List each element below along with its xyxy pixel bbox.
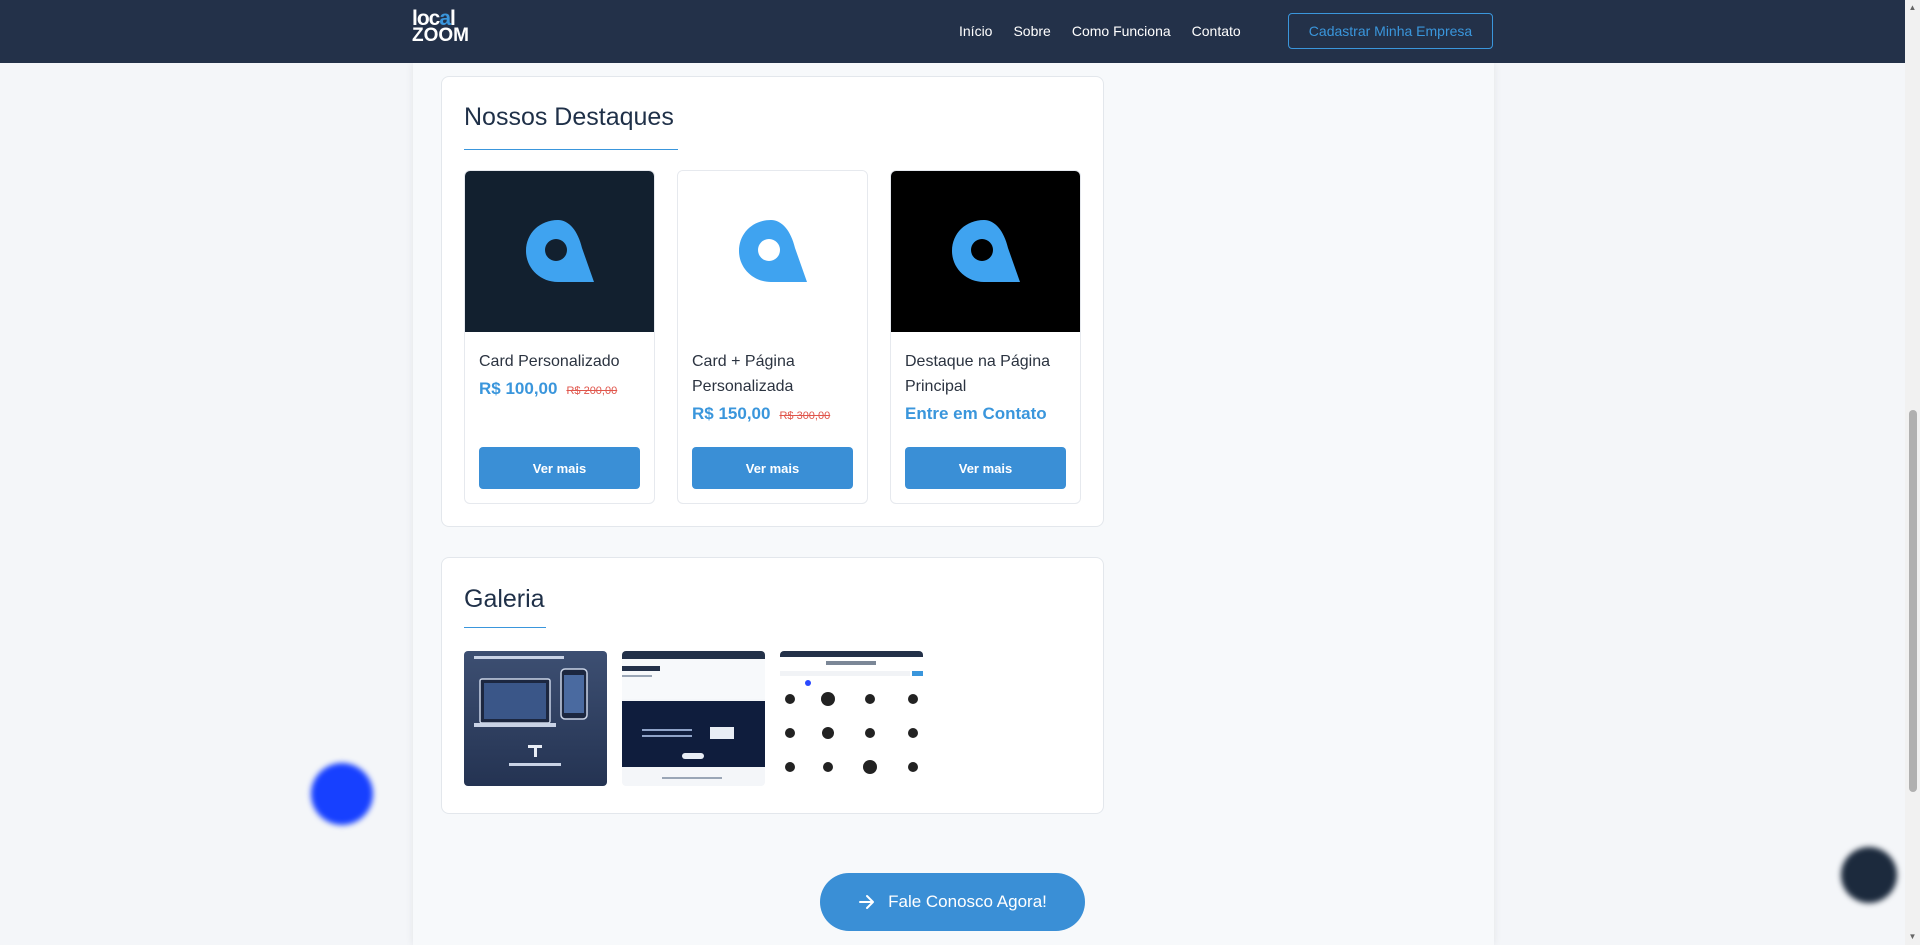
gallery-icon-grid	[780, 651, 923, 774]
gallery-title-underline	[464, 627, 546, 628]
old-price: R$ 300,00	[779, 410, 831, 422]
gallery-device-mockup	[474, 656, 588, 766]
card-image	[678, 171, 867, 332]
old-price: R$ 200,00	[566, 385, 618, 397]
top-navbar: local ZOOM Início Sobre Como Funciona Co…	[0, 0, 1905, 63]
see-more-button[interactable]: Ver mais	[905, 447, 1066, 489]
card-title: Card Personalizado	[479, 353, 620, 370]
price: R$ 100,00	[479, 379, 558, 398]
highlights-title: Nossos Destaques	[464, 103, 674, 131]
contact-us-button[interactable]: Fale Conosco Agora!	[820, 873, 1085, 931]
main-nav: Início Sobre Como Funciona Contato	[959, 23, 1262, 39]
price-row: Entre em Contato	[905, 404, 1047, 424]
highlights-section: Nossos Destaques Card Personalizado R$ 1…	[441, 76, 1104, 527]
card-title: Card + Página Personalizada	[692, 353, 795, 395]
see-more-button[interactable]: Ver mais	[479, 447, 640, 489]
page-scrollbar[interactable]: ▲ ▼	[1905, 0, 1920, 945]
contact-us-label: Fale Conosco Agora!	[888, 892, 1047, 911]
nav-sobre[interactable]: Sobre	[1013, 23, 1050, 39]
highlight-card: Card Personalizado R$ 100,00 R$ 200,00 V…	[464, 170, 655, 504]
gallery-section: Galeria	[441, 557, 1104, 814]
highlight-card: Destaque na Página Principal Entre em Co…	[890, 170, 1081, 504]
gallery-image[interactable]	[780, 651, 923, 786]
nav-como-funciona[interactable]: Como Funciona	[1072, 23, 1171, 39]
location-pin-icon	[738, 219, 807, 282]
see-more-button[interactable]: Ver mais	[692, 447, 853, 489]
price: R$ 150,00	[692, 404, 771, 423]
nav-contato[interactable]: Contato	[1192, 23, 1241, 39]
chat-widget[interactable]	[1841, 847, 1897, 903]
localzoom-logo[interactable]: local ZOOM	[412, 8, 472, 48]
scroll-down-arrow-icon[interactable]: ▼	[1908, 932, 1917, 941]
price-row: R$ 150,00 R$ 300,00	[692, 404, 830, 424]
card-title: Destaque na Página Principal	[905, 353, 1050, 395]
scrollbar-thumb[interactable]	[1909, 410, 1917, 792]
register-company-button[interactable]: Cadastrar Minha Empresa	[1288, 13, 1493, 49]
main-content: Nossos Destaques Card Personalizado R$ 1…	[413, 63, 1494, 945]
scroll-up-arrow-icon[interactable]: ▲	[1908, 3, 1917, 12]
card-image	[891, 171, 1080, 332]
highlights-title-underline	[464, 149, 678, 150]
price: Entre em Contato	[905, 404, 1047, 423]
logo-line-2: ZOOM	[412, 25, 469, 46]
location-pin-icon	[951, 219, 1020, 282]
gallery-title: Galeria	[464, 585, 545, 613]
nav-inicio[interactable]: Início	[959, 23, 992, 39]
location-pin-icon	[525, 219, 594, 282]
gallery-image[interactable]	[464, 651, 607, 786]
gallery-site-banner	[622, 651, 765, 779]
card-image	[465, 171, 654, 332]
price-row: R$ 100,00 R$ 200,00	[479, 379, 617, 399]
floating-widget[interactable]	[311, 763, 373, 825]
gallery-image[interactable]	[622, 651, 765, 786]
highlight-card: Card + Página Personalizada R$ 150,00 R$…	[677, 170, 868, 504]
arrow-right-icon	[859, 895, 875, 909]
